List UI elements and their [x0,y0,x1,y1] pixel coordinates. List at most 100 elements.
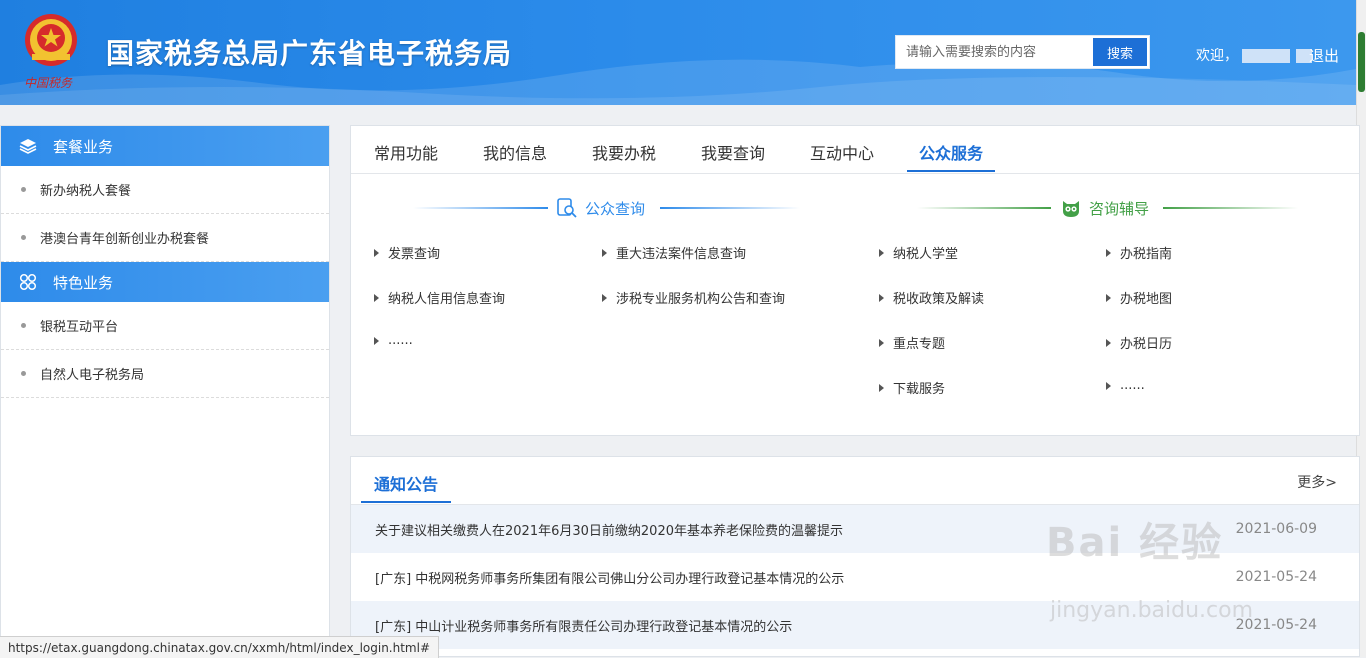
link-label: 重大违法案件信息查询 [616,247,747,262]
baidu-watermark: Bai 经验 [1046,520,1224,566]
divider-line [917,207,1051,209]
link-label: 税收政策及解读 [893,292,985,307]
sidebar-item-label: 新办纳税人套餐 [40,184,132,199]
link-tax-calendar[interactable]: 办税日历 [1106,333,1172,352]
welcome-area: 欢迎， [1196,45,1314,65]
sidebar-item-new-taxpayer[interactable]: 新办纳税人套餐 [1,166,329,214]
arrow-right-icon [1106,248,1111,257]
link-invoice-query[interactable]: 发票查询 [374,243,440,262]
arrow-right-icon [374,336,379,345]
arrow-right-icon [1106,293,1111,302]
link-more-consult[interactable]: ...... [1106,378,1145,393]
notice-header: 通知公告 更多> [351,457,1359,505]
layers-icon [19,139,37,154]
masked-username [1242,49,1290,63]
tab-common[interactable]: 常用功能 [374,140,438,164]
link-label: 重点专题 [893,337,946,352]
tab-my-info[interactable]: 我的信息 [483,140,547,164]
link-key-topics[interactable]: 重点专题 [879,333,945,352]
sidebar-item-label: 银税互动平台 [40,320,119,335]
link-agency-query[interactable]: 涉税专业服务机构公告和查询 [602,288,785,307]
divider-line [1163,207,1298,209]
notice-text: 关于建议相关缴费人在2021年6月30日前缴纳2020年基本养老保险费的温馨提示 [375,523,843,539]
bullet-dot [21,187,26,192]
notice-text: [广东] 中税网税务师事务所集团有限公司佛山分公司办理行政登记基本情况的公示 [375,571,845,587]
consult-heading: 咨询辅导 [1060,197,1149,219]
welcome-text: 欢迎， [1196,48,1238,64]
sidebar-item-hk-macao-taiwan[interactable]: 港澳台青年创新创业办税套餐 [1,214,329,262]
section-title: 公众查询 [585,199,646,218]
public-query-heading: 公众查询 [556,197,645,219]
link-label: ...... [1120,378,1145,393]
search-button[interactable]: 搜索 [1092,37,1148,67]
site-title: 国家税务总局广东省电子税务局 [106,37,513,70]
link-tax-policy[interactable]: 税收政策及解读 [879,288,984,307]
scrollbar-thumb[interactable] [1358,32,1365,92]
link-label: 办税指南 [1120,247,1173,262]
arrow-right-icon [879,338,884,347]
arrow-right-icon [602,248,607,257]
link-label: ...... [388,333,413,348]
arrow-right-icon [879,293,884,302]
sidebar-item-natural-person[interactable]: 自然人电子税务局 [1,350,329,398]
arrow-right-icon [1106,338,1111,347]
search-box: 搜索 [895,35,1150,69]
sidebar-item-label: 港澳台青年创新创业办税套餐 [40,232,210,247]
divider-line [413,207,548,209]
link-tax-map[interactable]: 办税地图 [1106,288,1172,307]
tab-query[interactable]: 我要查询 [701,140,765,164]
link-label: 下载服务 [893,382,946,397]
tab-bar: 常用功能 我的信息 我要办税 我要查询 互动中心 公众服务 [351,126,1359,174]
arrow-right-icon [602,293,607,302]
bullet-dot [21,323,26,328]
link-label: 办税地图 [1120,292,1173,307]
bullet-dot [21,371,26,376]
section-title: 咨询辅导 [1089,199,1150,218]
sidebar-section-package[interactable]: 套餐业务 [1,126,329,166]
logout-link[interactable]: 退出 [1309,45,1339,66]
tab-public-service[interactable]: 公众服务 [919,140,983,164]
sidebar-item-bank-tax[interactable]: 银税互动平台 [1,302,329,350]
tab-tax-handling[interactable]: 我要办税 [592,140,656,164]
link-more-query[interactable]: ...... [374,333,413,348]
link-download[interactable]: 下载服务 [879,378,945,397]
link-label: 办税日历 [1120,337,1173,352]
search-input[interactable] [896,36,1091,68]
divider-line [660,207,800,209]
notice-date: 2021-05-24 [1235,569,1317,585]
arrow-right-icon [374,248,379,257]
arrow-right-icon [879,383,884,392]
sidebar-item-label: 自然人电子税务局 [40,368,145,383]
sidebar-section-title: 特色业务 [53,273,114,292]
arrow-right-icon [374,293,379,302]
link-label: 涉税专业服务机构公告和查询 [616,292,786,307]
bullet-dot [21,235,26,240]
sidebar-section-featured[interactable]: 特色业务 [1,262,329,302]
notice-title-underline [361,501,451,503]
site-header: 中国税务 国家税务总局广东省电子税务局 搜索 欢迎， 退出 [0,0,1356,105]
arrow-right-icon [1106,381,1111,390]
link-taxpayer-school[interactable]: 纳税人学堂 [879,243,958,262]
tax-emblem-logo[interactable]: 中国税务 [18,10,88,94]
arrow-right-icon [879,248,884,257]
notice-title[interactable]: 通知公告 [374,471,438,495]
link-label: 纳税人信用信息查询 [388,292,506,307]
sidebar-section-title: 套餐业务 [53,137,114,156]
grid-icon [19,273,37,291]
more-link[interactable]: 更多> [1297,472,1337,492]
notice-text: [广东] 中山计业税务师事务所有限责任公司办理行政登记基本情况的公示 [375,619,793,635]
tab-interaction[interactable]: 互动中心 [810,140,874,164]
browser-status-url: https://etax.guangdong.chinatax.gov.cn/x… [0,636,440,658]
owl-icon [1063,201,1079,217]
search-doc-icon [557,198,577,218]
service-panel: 常用功能 我的信息 我要办税 我要查询 互动中心 公众服务 公众查询 咨询辅导 … [350,125,1360,436]
sidebar: 套餐业务 新办纳税人套餐 港澳台青年创新创业办税套餐 特色业务 银税互动平台 自… [0,125,330,657]
link-credit-query[interactable]: 纳税人信用信息查询 [374,288,505,307]
link-tax-guide[interactable]: 办税指南 [1106,243,1172,262]
emblem-caption: 中国税务 [24,76,73,90]
link-label: 发票查询 [388,247,441,262]
notice-date: 2021-06-09 [1235,521,1317,537]
link-major-case-query[interactable]: 重大违法案件信息查询 [602,243,746,262]
baidu-watermark-url: jingyan.baidu.com [1050,598,1254,623]
link-label: 纳税人学堂 [893,247,959,262]
